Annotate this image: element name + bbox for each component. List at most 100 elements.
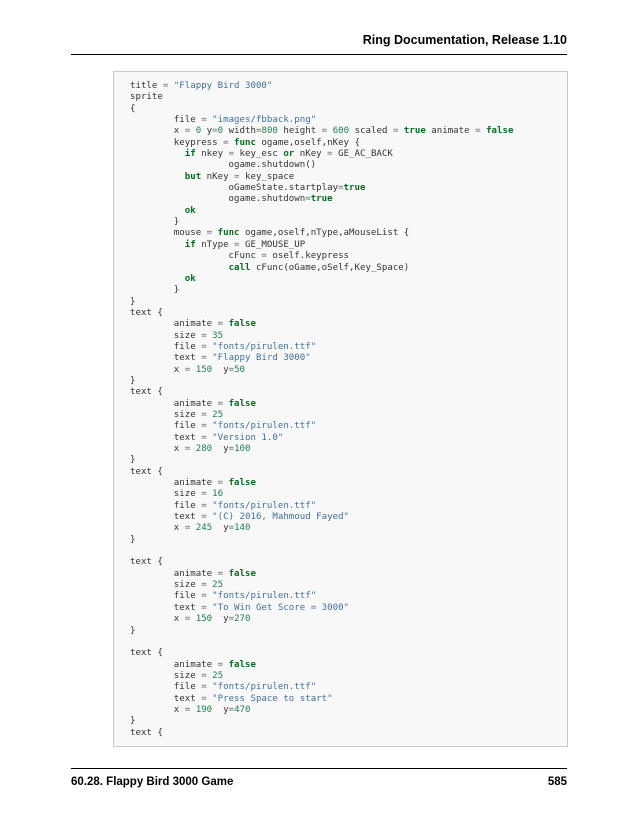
code-token: false [228, 319, 256, 330]
code-line: if nType = GE_MOUSE_UP [130, 240, 513, 251]
code-token: animate [130, 568, 218, 579]
code-token: } [130, 625, 136, 636]
code-listing: title = "Flappy Bird 3000" sprite{ file =… [130, 81, 513, 739]
code-token: false [228, 568, 256, 579]
code-line: cFunc = oself.keypress [130, 251, 513, 262]
code-token: sprite [130, 92, 163, 103]
code-token: ogame.shutdown() [130, 160, 317, 171]
footer-divider [71, 768, 567, 769]
code-line: animate = false [130, 399, 513, 410]
code-token: file [130, 591, 202, 602]
code-line: text { [130, 387, 513, 398]
code-token: 25 [212, 670, 224, 681]
code-token: file [130, 500, 202, 511]
code-token: call [228, 262, 251, 273]
code-token: GE_MOUSE_UP [239, 239, 306, 250]
code-line: title = "Flappy Bird 3000" [130, 81, 513, 92]
code-line: ogame.shutdown=true [130, 194, 513, 205]
code-line: text = "(C) 2016, Mahmoud Fayed" [130, 512, 513, 523]
code-line: sprite [130, 92, 513, 103]
code-token: "Press Space to start" [212, 693, 333, 704]
code-token: y [212, 704, 229, 715]
code-token: animate [425, 126, 476, 137]
code-token: func [217, 228, 240, 239]
code-token: 150 [195, 614, 213, 625]
code-token: false [228, 659, 256, 670]
code-token: "fonts/pirulen.ttf" [212, 500, 317, 511]
code-token: size [130, 670, 202, 681]
code-token: true [343, 183, 366, 194]
code-line: text = "Press Space to start" [130, 694, 513, 705]
code-line: text = "Version 1.0" [130, 433, 513, 444]
code-token: 600 [332, 126, 350, 137]
code-token: 245 [195, 523, 213, 534]
code-token: animate [130, 398, 218, 409]
code-token: 470 [234, 704, 251, 715]
code-line: } [130, 626, 513, 637]
code-token: } [130, 217, 180, 228]
code-token: if [184, 239, 196, 250]
code-token: 25 [212, 409, 224, 420]
code-token: y [212, 444, 229, 454]
code-line: file = "images/fbback.png" [130, 115, 513, 126]
code-line: oGameState.startplay=true [130, 183, 513, 194]
code-token: "images/fbback.png" [212, 115, 317, 126]
code-token: x [130, 704, 185, 715]
code-token: text { [130, 466, 163, 477]
code-line: size = 25 [130, 580, 513, 591]
code-line: if nkey = key_esc or nKey = GE_AC_BACK [130, 149, 513, 160]
code-token: y [212, 614, 229, 625]
code-line: but nKey = key_space [130, 172, 513, 183]
code-line: x = 150 y=50 [130, 365, 513, 376]
code-line: animate = false [130, 478, 513, 489]
code-token: 100 [234, 444, 251, 454]
running-header-title: Ring Documentation, Release 1.10 [362, 33, 567, 47]
code-line: text { [130, 308, 513, 319]
code-token: } [130, 296, 136, 307]
code-line: } [130, 297, 513, 308]
code-token: } [130, 285, 180, 296]
code-line: text = "Flappy Bird 3000" [130, 353, 513, 364]
code-token: if [184, 149, 196, 160]
code-line: file = "fonts/pirulen.ttf" [130, 421, 513, 432]
code-line: animate = false [130, 569, 513, 580]
code-token: but [184, 171, 202, 182]
code-token: nKey [201, 171, 235, 182]
code-token: ogame.shutdown [130, 194, 306, 205]
code-token: "(C) 2016, Mahmoud Fayed" [212, 512, 350, 523]
footer-section-title: 60.28. Flappy Bird 3000 Game [71, 776, 234, 788]
code-line: size = 25 [130, 671, 513, 682]
code-token: x [130, 523, 185, 534]
code-token: func [234, 137, 256, 148]
code-token: title [130, 81, 163, 91]
code-token: text { [130, 557, 163, 568]
code-token: height [277, 126, 322, 137]
code-line: keypress = func ogame,oself,nKey { [130, 138, 513, 149]
code-token: animate [130, 659, 218, 670]
code-line: } [130, 376, 513, 387]
code-token: text [130, 602, 202, 613]
code-line: file = "fonts/pirulen.ttf" [130, 501, 513, 512]
code-token: 150 [195, 364, 213, 375]
code-line: } [130, 716, 513, 727]
code-token: "Version 1.0" [212, 432, 284, 443]
code-token: text { [130, 648, 163, 659]
code-token: cFunc [130, 251, 262, 262]
code-token: file [130, 115, 202, 126]
code-line: text = "To Win Get Score = 3000" [130, 603, 513, 614]
code-token: ogame,oself,nKey { [255, 137, 360, 148]
code-token: } [130, 375, 136, 386]
code-token: 50 [234, 364, 246, 375]
code-line: size = 16 [130, 489, 513, 500]
code-token: true [310, 194, 333, 205]
code-token: text [130, 353, 202, 364]
code-token: GE_AC_BACK [332, 149, 393, 160]
code-token: key_esc [234, 149, 284, 160]
code-token: mouse [130, 228, 207, 239]
code-token: keypress [130, 137, 224, 148]
code-token: x [130, 126, 185, 137]
